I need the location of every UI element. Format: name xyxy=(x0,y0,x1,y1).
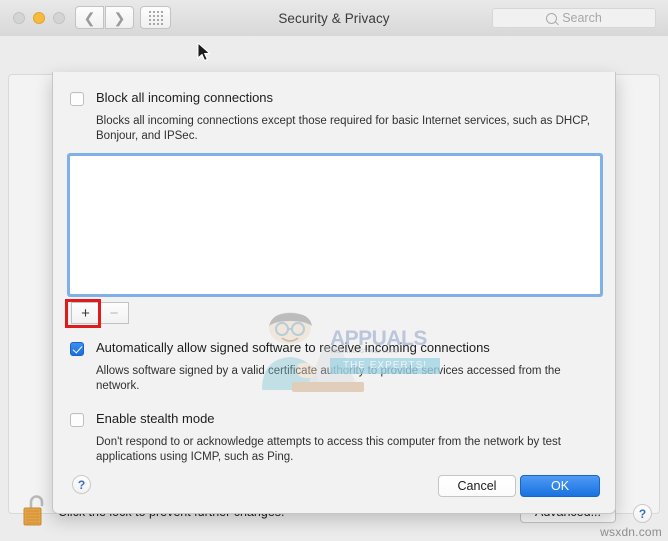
block-all-description: Blocks all incoming connections except t… xyxy=(96,115,590,142)
auto-allow-row[interactable]: Automatically allow signed software to r… xyxy=(70,340,490,360)
stealth-checkbox[interactable] xyxy=(70,413,84,427)
sheet-help-button[interactable]: ? xyxy=(72,475,91,494)
block-all-checkbox[interactable] xyxy=(70,92,84,106)
stealth-row[interactable]: Enable stealth mode xyxy=(70,411,215,431)
screenshot-root: ❮ ❯ Security & Privacy Search APPUALS TE… xyxy=(0,0,668,541)
unlocked-padlock-icon[interactable] xyxy=(22,493,48,527)
add-app-button[interactable]: + xyxy=(71,302,100,324)
list-controls: + − xyxy=(71,302,129,324)
block-all-label: Block all incoming connections xyxy=(96,90,274,105)
mouse-cursor xyxy=(197,42,211,62)
allowed-apps-list[interactable] xyxy=(70,156,600,294)
auto-allow-description: Allows software signed by a valid certif… xyxy=(96,365,561,392)
stealth-label: Enable stealth mode xyxy=(96,411,215,426)
remove-app-button[interactable]: − xyxy=(100,302,129,324)
preferences-body: APPUALS TECHNOLOGY AND MORE THE EXPERTS!… xyxy=(0,36,668,541)
search-icon xyxy=(546,12,558,24)
watermark-corner: wsxdn.com xyxy=(600,525,662,539)
block-all-row[interactable]: Block all incoming connections xyxy=(70,90,273,110)
auto-allow-label: Automatically allow signed software to r… xyxy=(96,340,490,355)
allowed-apps-listwrap xyxy=(70,156,600,294)
stealth-description: Don't respond to or acknowledge attempts… xyxy=(96,436,561,463)
firewall-options-sheet: Block all incoming connections Blocks al… xyxy=(52,72,616,514)
cancel-button[interactable]: Cancel xyxy=(438,475,516,497)
window-titlebar: ❮ ❯ Security & Privacy Search xyxy=(0,0,668,37)
auto-allow-checkbox[interactable] xyxy=(70,342,84,356)
window-help-button[interactable]: ? xyxy=(633,504,652,523)
ok-button[interactable]: OK xyxy=(520,475,600,497)
search-input[interactable]: Search xyxy=(492,8,656,28)
search-placeholder: Search xyxy=(562,11,602,25)
